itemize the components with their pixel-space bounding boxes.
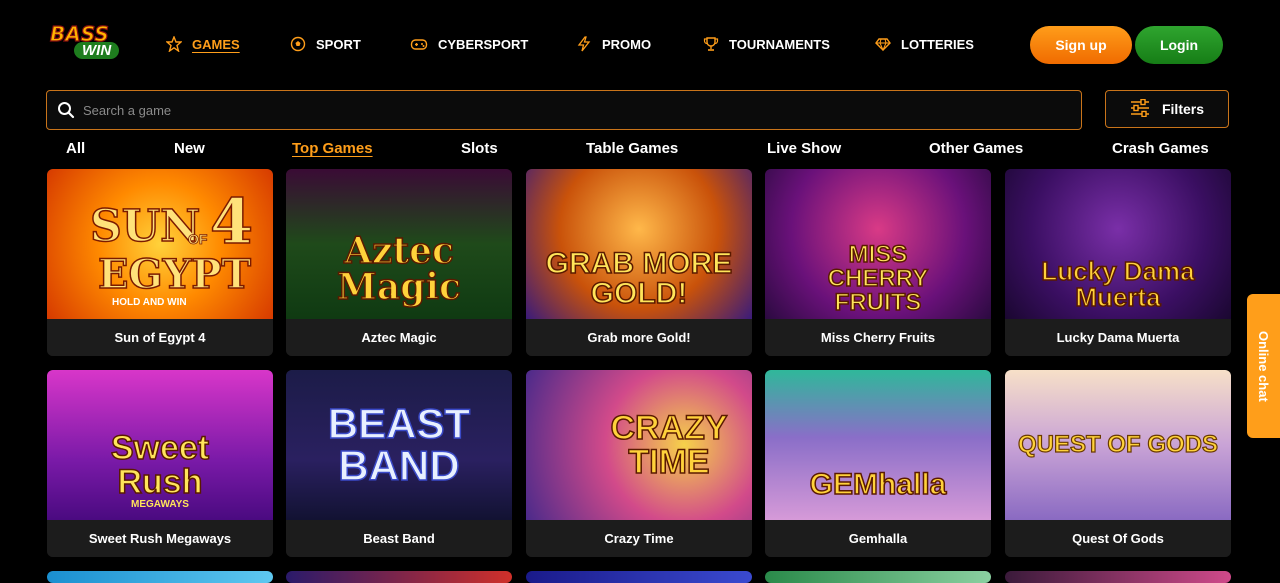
- thumbnail-art-text: BEAST BAND: [327, 400, 471, 489]
- nav-label: CYBERSPORT: [438, 36, 529, 52]
- category-tabs: All New Top Games Slots Table Games Live…: [0, 140, 1280, 160]
- game-title: Beast Band: [286, 520, 512, 557]
- filters-button[interactable]: Filters: [1105, 90, 1229, 128]
- game-thumbnail: GRAB MORE GOLD!: [526, 169, 752, 319]
- game-title: Sun of Egypt 4: [47, 319, 273, 356]
- game-card-partial[interactable]: [765, 571, 991, 583]
- thumbnail-art-text: Lucky Dama Muerta: [1041, 256, 1196, 312]
- game-title: Aztec Magic: [286, 319, 512, 356]
- nav-label: LOTTERIES: [901, 36, 974, 52]
- thumbnail-art-text: SUN: [89, 200, 201, 253]
- nav-label: SPORT: [316, 36, 361, 52]
- tab-top-games[interactable]: Top Games: [292, 140, 373, 157]
- game-title: Gemhalla: [765, 520, 991, 557]
- game-title: Quest Of Gods: [1005, 520, 1231, 557]
- game-title: Sweet Rush Megaways: [47, 520, 273, 557]
- search-input[interactable]: [83, 102, 983, 118]
- tab-crash-games[interactable]: Crash Games: [1112, 140, 1209, 157]
- thumbnail-art-text: QUEST OF GODS: [1017, 431, 1218, 458]
- game-thumbnail: BEAST BAND: [286, 370, 512, 520]
- game-card-quest-of-gods[interactable]: QUEST OF GODS Quest Of Gods: [1005, 370, 1231, 557]
- game-title: Miss Cherry Fruits: [765, 319, 991, 356]
- game-card-lucky-dama-muerta[interactable]: Lucky Dama Muerta Lucky Dama Muerta: [1005, 169, 1231, 356]
- lightning-icon: [576, 36, 592, 52]
- nav-item-promo[interactable]: PROMO: [576, 36, 651, 52]
- thumbnail-art-text: HOLD AND WIN: [112, 297, 187, 308]
- game-card-gemhalla[interactable]: GEMhalla Gemhalla: [765, 370, 991, 557]
- game-thumbnail: Sweet Rush MEGAWAYS: [47, 370, 273, 520]
- search-icon: [57, 101, 75, 119]
- game-card-grab-more-gold[interactable]: GRAB MORE GOLD! Grab more Gold!: [526, 169, 752, 356]
- tab-other-games[interactable]: Other Games: [929, 140, 1023, 157]
- trophy-icon: [703, 36, 719, 52]
- nav-item-tournaments[interactable]: TOURNAMENTS: [703, 36, 830, 52]
- tab-table-games[interactable]: Table Games: [586, 140, 678, 157]
- game-thumbnail: SUN 4 OF EGYPT HOLD AND WIN: [47, 169, 273, 319]
- filters-label: Filters: [1161, 101, 1204, 117]
- nav-item-games[interactable]: GAMES: [166, 36, 240, 52]
- game-card-crazy-time[interactable]: CRAZY TIME Crazy Time: [526, 370, 752, 557]
- game-thumbnail: QUEST OF GODS: [1005, 370, 1231, 520]
- nav-item-lotteries[interactable]: LOTTERIES: [875, 36, 974, 52]
- game-card-aztec-magic[interactable]: Aztec Magic Aztec Magic: [286, 169, 512, 356]
- thumbnail-art-text: EGYPT: [97, 250, 252, 299]
- tab-new[interactable]: New: [174, 140, 205, 157]
- game-card-beast-band[interactable]: BEAST BAND Beast Band: [286, 370, 512, 557]
- sliders-icon: [1130, 98, 1150, 120]
- game-title: Crazy Time: [526, 520, 752, 557]
- thumbnail-art-text: MISS CHERRY FRUITS: [827, 241, 929, 316]
- tab-live-show[interactable]: Live Show: [767, 140, 841, 157]
- game-thumbnail: MISS CHERRY FRUITS: [765, 169, 991, 319]
- brand-logo[interactable]: BASS WIN: [48, 21, 138, 66]
- login-button[interactable]: Login: [1135, 26, 1223, 64]
- nav-item-cybersport[interactable]: CYBERSPORT: [410, 36, 528, 52]
- nav-label: PROMO: [602, 36, 652, 52]
- game-card-sun-of-egypt-4[interactable]: SUN 4 OF EGYPT HOLD AND WIN Sun of Egypt…: [47, 169, 273, 356]
- thumbnail-art-text: CRAZY TIME: [610, 409, 729, 481]
- game-thumbnail: Aztec Magic: [286, 169, 512, 319]
- game-thumbnail: Lucky Dama Muerta: [1005, 169, 1231, 319]
- brand-logo-line2: WIN: [74, 42, 120, 59]
- thumbnail-art-text: 4: [209, 184, 254, 259]
- diamond-icon: [875, 36, 891, 52]
- nav-label: GAMES: [192, 36, 240, 52]
- soccer-ball-icon: [290, 36, 306, 52]
- tab-all[interactable]: All: [66, 140, 85, 157]
- game-thumbnail: CRAZY TIME: [526, 370, 752, 520]
- signup-button[interactable]: Sign up: [1030, 26, 1132, 64]
- game-card-partial[interactable]: [1005, 571, 1231, 583]
- nav-label: TOURNAMENTS: [729, 36, 830, 52]
- gamepad-icon: [410, 36, 428, 52]
- thumbnail-art-text: GRAB MORE GOLD!: [545, 247, 733, 310]
- thumbnail-art-text: Aztec Magic: [336, 230, 461, 308]
- tab-slots[interactable]: Slots: [461, 140, 498, 157]
- game-title: Lucky Dama Muerta: [1005, 319, 1231, 356]
- star-icon: [166, 36, 182, 52]
- thumbnail-art-text: OF: [188, 231, 208, 248]
- game-card-miss-cherry-fruits[interactable]: MISS CHERRY FRUITS Miss Cherry Fruits: [765, 169, 991, 356]
- game-thumbnail: GEMhalla: [765, 370, 991, 520]
- thumbnail-art-text: GEMhalla: [809, 468, 947, 501]
- game-card-sweet-rush-megaways[interactable]: Sweet Rush MEGAWAYS Sweet Rush Megaways: [47, 370, 273, 557]
- thumbnail-art-text: Sweet Rush: [110, 428, 210, 501]
- online-chat-label: Online chat: [1256, 330, 1271, 402]
- nav-item-sport[interactable]: SPORT: [290, 36, 361, 52]
- game-title: Grab more Gold!: [526, 319, 752, 356]
- online-chat-button[interactable]: Online chat: [1247, 294, 1280, 438]
- game-card-partial[interactable]: [47, 571, 273, 583]
- search-bar[interactable]: [46, 90, 1082, 130]
- game-card-partial[interactable]: [286, 571, 512, 583]
- header: BASS WIN GAMES SPORT CYBERSPORT PROMO TO…: [0, 0, 1280, 88]
- game-card-partial[interactable]: [526, 571, 752, 583]
